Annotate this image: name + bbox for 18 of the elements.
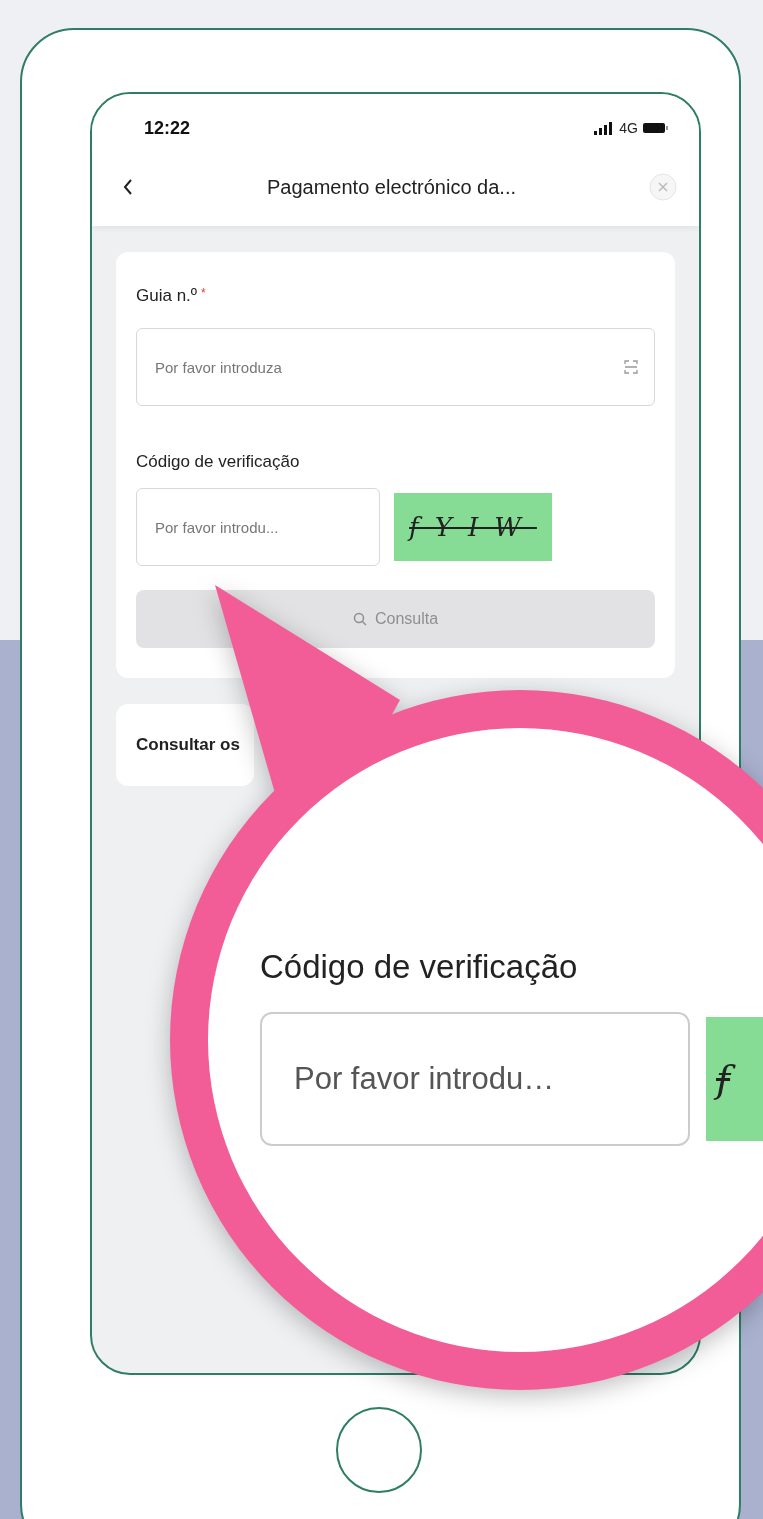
input-field[interactable]: Por favor introduza xyxy=(136,328,655,406)
network-label: 4G xyxy=(619,120,638,136)
captcha-image[interactable]: fYIW xyxy=(394,493,552,561)
home-button[interactable] xyxy=(335,1407,422,1493)
magnified-label: Código de verificação xyxy=(260,948,579,986)
field-label: Código de verificação xyxy=(136,452,301,472)
magnified-captcha: f xyxy=(706,1017,763,1141)
status-time: 12:22 xyxy=(144,117,191,139)
battery-icon xyxy=(643,122,669,134)
query-card[interactable]: Consultar os xyxy=(116,704,254,786)
search-icon xyxy=(352,612,367,626)
back-icon[interactable] xyxy=(122,178,134,196)
card-title: Consultar os xyxy=(136,735,240,755)
field-label: Guia n.º * xyxy=(136,286,207,306)
signal-icon xyxy=(594,121,615,135)
magnified-input-field: Por favor introdu… xyxy=(260,1012,690,1146)
page-title: Pagamento electrónico da... xyxy=(265,175,517,199)
input-field[interactable]: Por favor introdu... xyxy=(136,488,380,566)
